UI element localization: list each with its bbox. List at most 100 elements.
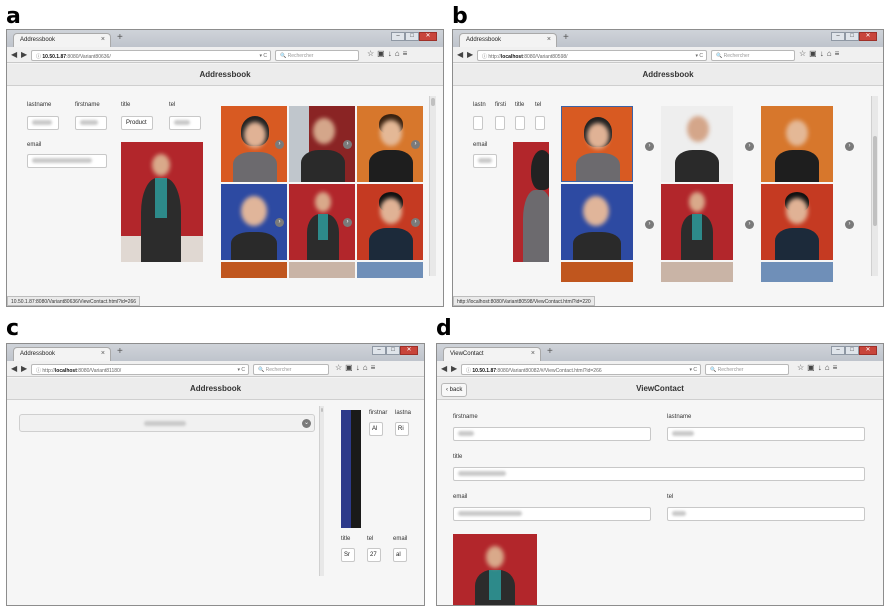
grid-photo[interactable] <box>561 262 633 282</box>
email-field[interactable] <box>453 507 651 521</box>
reload-icon[interactable]: ▾ C <box>695 53 703 59</box>
title-field[interactable]: Product <box>121 116 153 130</box>
scrollbar[interactable] <box>429 96 436 276</box>
maximize-icon[interactable]: □ <box>845 32 859 41</box>
tab-addressbook[interactable]: Addressbook × <box>13 33 111 47</box>
back-button[interactable]: ‹ back <box>441 383 468 397</box>
contact-list-item[interactable]: ⌄ <box>19 414 315 432</box>
forward-icon[interactable]: ▶ <box>21 364 27 374</box>
grid-photo[interactable]: › <box>289 106 355 182</box>
search-input[interactable]: 🔍 Rechercher <box>705 364 789 375</box>
url-bar[interactable]: ⓘ http://localhost:8080/Variant81180/ ▾ C <box>31 364 249 375</box>
grid-photo[interactable] <box>561 106 633 182</box>
grid-photo[interactable]: › <box>221 184 287 260</box>
scrollbar[interactable] <box>871 96 878 276</box>
tel-field[interactable] <box>535 116 545 130</box>
new-tab-icon[interactable]: + <box>563 33 569 43</box>
scrollbar[interactable] <box>319 406 324 576</box>
back-icon[interactable]: ◀ <box>457 50 463 60</box>
search-input[interactable]: 🔍 Rechercher <box>253 364 329 375</box>
lastname-field[interactable]: Ri <box>395 422 409 436</box>
grid-photo[interactable] <box>289 262 355 278</box>
reload-icon[interactable]: ▾ C <box>689 367 697 373</box>
firstname-field[interactable] <box>453 427 651 441</box>
circle-arrow-icon[interactable]: › <box>745 142 754 151</box>
email-field[interactable] <box>473 154 497 168</box>
grid-photo[interactable] <box>561 184 633 260</box>
email-field[interactable] <box>27 154 107 168</box>
minimize-icon[interactable]: – <box>831 32 845 41</box>
next-arrow-icon[interactable]: › <box>343 218 352 227</box>
next-arrow-icon[interactable]: › <box>275 140 284 149</box>
url-bar[interactable]: ⓘ http://localhost:8080/Variant80598/ ▾ C <box>477 50 707 61</box>
chevron-down-icon[interactable]: ⌄ <box>302 419 311 428</box>
minimize-icon[interactable]: – <box>391 32 405 41</box>
search-input[interactable]: 🔍 Rechercher <box>711 50 795 61</box>
tab-close-icon[interactable]: × <box>547 36 551 43</box>
grid-photo[interactable] <box>761 106 833 182</box>
firstname-field[interactable] <box>495 116 505 130</box>
toolbar-icons[interactable]: ☆▣↓⌂≡ <box>797 363 840 372</box>
close-icon[interactable]: ✕ <box>859 346 877 355</box>
maximize-icon[interactable]: □ <box>405 32 419 41</box>
grid-photo[interactable]: › <box>289 184 355 260</box>
grid-photo[interactable] <box>357 262 423 278</box>
grid-photo[interactable]: › <box>357 184 423 260</box>
circle-arrow-icon[interactable]: › <box>645 220 654 229</box>
firstname-field[interactable] <box>75 116 107 130</box>
tab-close-icon[interactable]: × <box>101 350 105 357</box>
circle-arrow-icon[interactable]: › <box>745 220 754 229</box>
minimize-icon[interactable]: – <box>372 346 386 355</box>
maximize-icon[interactable]: □ <box>845 346 859 355</box>
reload-icon[interactable]: ▾ C <box>259 53 267 59</box>
tel-field[interactable] <box>667 507 865 521</box>
lastname-field[interactable] <box>473 116 483 130</box>
circle-arrow-icon[interactable]: › <box>845 142 854 151</box>
title-field[interactable] <box>515 116 525 130</box>
new-tab-icon[interactable]: + <box>117 33 123 43</box>
toolbar-icons[interactable]: ☆▣↓⌂≡ <box>799 49 842 58</box>
tab-close-icon[interactable]: × <box>531 350 535 357</box>
tel-field[interactable] <box>169 116 201 130</box>
new-tab-icon[interactable]: + <box>547 347 553 357</box>
back-icon[interactable]: ◀ <box>11 50 17 60</box>
grid-photo[interactable] <box>221 262 287 278</box>
toolbar-icons[interactable]: ☆▣↓⌂≡ <box>367 49 410 58</box>
tel-field[interactable]: 27 <box>367 548 381 562</box>
firstname-field[interactable]: Al <box>369 422 383 436</box>
back-icon[interactable]: ◀ <box>11 364 17 374</box>
reload-icon[interactable]: ▾ C <box>237 367 245 373</box>
url-bar[interactable]: ⓘ 10.50.1.87:8080/Variant80082/#/ViewCon… <box>461 364 701 375</box>
maximize-icon[interactable]: □ <box>386 346 400 355</box>
forward-icon[interactable]: ▶ <box>21 50 27 60</box>
back-icon[interactable]: ◀ <box>441 364 447 374</box>
lastname-field[interactable] <box>667 427 865 441</box>
search-input[interactable]: 🔍 Rechercher <box>275 50 359 61</box>
circle-arrow-icon[interactable]: › <box>845 220 854 229</box>
next-arrow-icon[interactable]: › <box>343 140 352 149</box>
forward-icon[interactable]: ▶ <box>451 364 457 374</box>
grid-photo[interactable] <box>661 106 733 182</box>
close-icon[interactable]: ✕ <box>859 32 877 41</box>
tab-addressbook[interactable]: Addressbook × <box>459 33 557 47</box>
close-icon[interactable]: ✕ <box>419 32 437 41</box>
title-field[interactable]: Sr <box>341 548 355 562</box>
minimize-icon[interactable]: – <box>831 346 845 355</box>
grid-photo[interactable] <box>761 262 833 282</box>
next-arrow-icon[interactable]: › <box>411 140 420 149</box>
title-field[interactable] <box>453 467 865 481</box>
grid-photo[interactable]: › <box>357 106 423 182</box>
grid-photo[interactable] <box>661 184 733 260</box>
tab-addressbook[interactable]: Addressbook × <box>13 347 111 361</box>
close-icon[interactable]: ✕ <box>400 346 418 355</box>
forward-icon[interactable]: ▶ <box>467 50 473 60</box>
grid-photo[interactable]: › <box>221 106 287 182</box>
grid-photo[interactable] <box>761 184 833 260</box>
lastname-field[interactable] <box>27 116 59 130</box>
tab-viewcontact[interactable]: ViewContact × <box>443 347 541 361</box>
grid-photo[interactable] <box>661 262 733 282</box>
email-field[interactable]: al <box>393 548 407 562</box>
tab-close-icon[interactable]: × <box>101 36 105 43</box>
circle-arrow-icon[interactable]: › <box>645 142 654 151</box>
toolbar-icons[interactable]: ☆▣↓⌂≡ <box>335 363 378 372</box>
